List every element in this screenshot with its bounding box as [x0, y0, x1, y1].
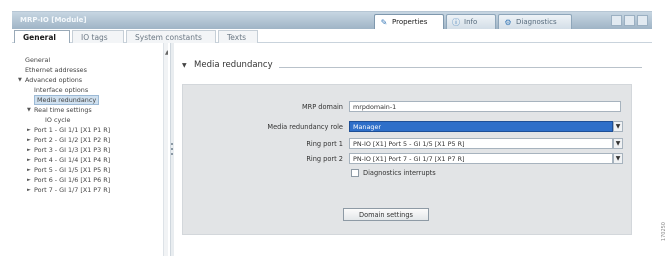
tab-diagnostics[interactable]: ⚙ Diagnostics [498, 14, 572, 29]
chevron-down-icon[interactable]: ▼ [613, 138, 623, 149]
tab-diagnostics-label: Diagnostics [516, 18, 557, 26]
section-header-media-redundancy[interactable]: ▼ Media redundancy [182, 59, 642, 71]
mrp-domain-field[interactable]: mrpdomain-1 [349, 101, 621, 112]
minimize-icon[interactable] [611, 15, 622, 26]
property-subtabs: General IO tags System constants Texts [12, 29, 652, 43]
tree-item-label: Advanced options [25, 75, 83, 84]
tree-item-advanced-options[interactable]: ▼ Advanced options [18, 75, 82, 84]
tree-item-label: Interface options [34, 85, 89, 94]
tree-item-media-redundancy[interactable]: Media redundancy [27, 94, 100, 105]
ring-port-2-select[interactable]: PN-IO [X1] Port 7 - GI 1/7 [X1 P7 R] [349, 153, 613, 164]
tree-item-label: Ethernet addresses [25, 65, 87, 74]
tree-item-label: IO cycle [45, 115, 71, 124]
inspector-titlebar: MRP-IO [Module] ✎ Properties ⓘ Info ⚙ Di… [12, 11, 652, 29]
info-icon: ⓘ [452, 17, 460, 27]
tree-item-ethernet-addresses[interactable]: Ethernet addresses [18, 65, 87, 74]
tree-item-io-cycle[interactable]: IO cycle [38, 115, 70, 124]
maximize-icon[interactable] [624, 15, 635, 26]
window-controls [611, 15, 648, 26]
media-redundancy-panel: MRP domain mrpdomain-1 Media redundancy … [182, 84, 632, 235]
subtab-io-tags[interactable]: IO tags [72, 30, 124, 43]
tree-item-real-time-settings[interactable]: ▼ Real time settings [27, 105, 92, 114]
tree-item-label: Port 5 - GI 1/5 [X1 P5 R] [34, 165, 111, 174]
tree-scrollbar[interactable]: ▲ [163, 43, 168, 256]
tree-item-port-3[interactable]: ► Port 3 - GI 1/3 [X1 P3 R] [27, 145, 110, 154]
tab-properties-label: Properties [392, 18, 428, 26]
collapse-arrow-icon[interactable]: ▼ [27, 107, 34, 113]
tree-item-port-7[interactable]: ► Port 7 - GI 1/7 [X1 P7 R] [27, 185, 110, 194]
ring-port-2-label: Ring port 2 [306, 155, 343, 163]
chevron-down-icon[interactable]: ▼ [613, 121, 623, 132]
diagnostics-interrupts-checkbox[interactable] [351, 169, 359, 177]
ring-port-1-label: Ring port 1 [306, 140, 343, 148]
figure-number: 170250 [661, 222, 665, 242]
ring-port-1-select[interactable]: PN-IO [X1] Port 5 - GI 1/5 [X1 P5 R] [349, 138, 613, 149]
media-redundancy-role-select[interactable]: Manager [349, 121, 613, 132]
subtab-system-constants[interactable]: System constants [126, 30, 216, 43]
diagnostics-icon: ⚙ [504, 17, 512, 27]
tree-item-label: Port 3 - GI 1/3 [X1 P3 R] [34, 145, 111, 154]
expand-arrow-icon[interactable]: ► [27, 127, 34, 133]
scroll-up-icon[interactable]: ▲ [165, 49, 168, 56]
subtab-general[interactable]: General [14, 30, 70, 43]
tab-info[interactable]: ⓘ Info [446, 14, 496, 29]
tree-item-label: Port 2 - GI 1/2 [X1 P2 R] [34, 135, 111, 144]
tree-item-port-5[interactable]: ► Port 5 - GI 1/5 [X1 P5 R] [27, 165, 110, 174]
tree-item-label: Port 1 - GI 1/1 [X1 P1 R] [34, 125, 111, 134]
tree-item-general[interactable]: General [18, 55, 50, 64]
tab-info-label: Info [464, 18, 478, 26]
inspector-title: MRP-IO [Module] [20, 16, 87, 24]
expand-arrow-icon[interactable]: ► [27, 147, 34, 153]
expand-arrow-icon[interactable]: ► [27, 137, 34, 143]
media-redundancy-role-label: Media redundancy role [267, 123, 343, 131]
domain-settings-button[interactable]: Domain settings [343, 208, 429, 221]
collapse-arrow-icon[interactable]: ▼ [182, 62, 194, 69]
properties-icon: ✎ [380, 17, 388, 27]
tree-item-label: Port 4 - GI 1/4 [X1 P4 R] [34, 155, 111, 164]
section-divider [278, 66, 642, 68]
mrp-domain-label: MRP domain [301, 103, 343, 111]
tree-item-port-1[interactable]: ► Port 1 - GI 1/1 [X1 P1 R] [27, 125, 110, 134]
collapse-arrow-icon[interactable]: ▼ [18, 77, 25, 83]
tree-item-port-4[interactable]: ► Port 4 - GI 1/4 [X1 P4 R] [27, 155, 110, 164]
tree-item-port-2[interactable]: ► Port 2 - GI 1/2 [X1 P2 R] [27, 135, 110, 144]
expand-arrow-icon[interactable]: ► [27, 157, 34, 163]
tab-properties[interactable]: ✎ Properties [374, 14, 444, 29]
expand-arrow-icon[interactable]: ► [27, 187, 34, 193]
tree-item-label: Port 6 - GI 1/6 [X1 P6 R] [34, 175, 111, 184]
diagnostics-interrupts-label: Diagnostics interrupts [363, 169, 436, 177]
tree-item-port-6[interactable]: ► Port 6 - GI 1/6 [X1 P6 R] [27, 175, 110, 184]
tree-item-interface-options[interactable]: Interface options [27, 85, 88, 94]
navigation-tree: General Ethernet addresses ▼ Advanced op… [12, 43, 168, 256]
subtab-texts[interactable]: Texts [218, 30, 258, 43]
tree-item-label: Media redundancy [34, 94, 100, 105]
tree-item-label: Real time settings [34, 105, 92, 114]
tree-item-label: General [25, 55, 51, 64]
expand-arrow-icon[interactable]: ► [27, 167, 34, 173]
tree-item-label: Port 7 - GI 1/7 [X1 P7 R] [34, 185, 111, 194]
close-icon[interactable] [637, 15, 648, 26]
section-title: Media redundancy [194, 60, 273, 70]
chevron-down-icon[interactable]: ▼ [613, 153, 623, 164]
expand-arrow-icon[interactable]: ► [27, 177, 34, 183]
pane-splitter[interactable] [170, 43, 174, 256]
